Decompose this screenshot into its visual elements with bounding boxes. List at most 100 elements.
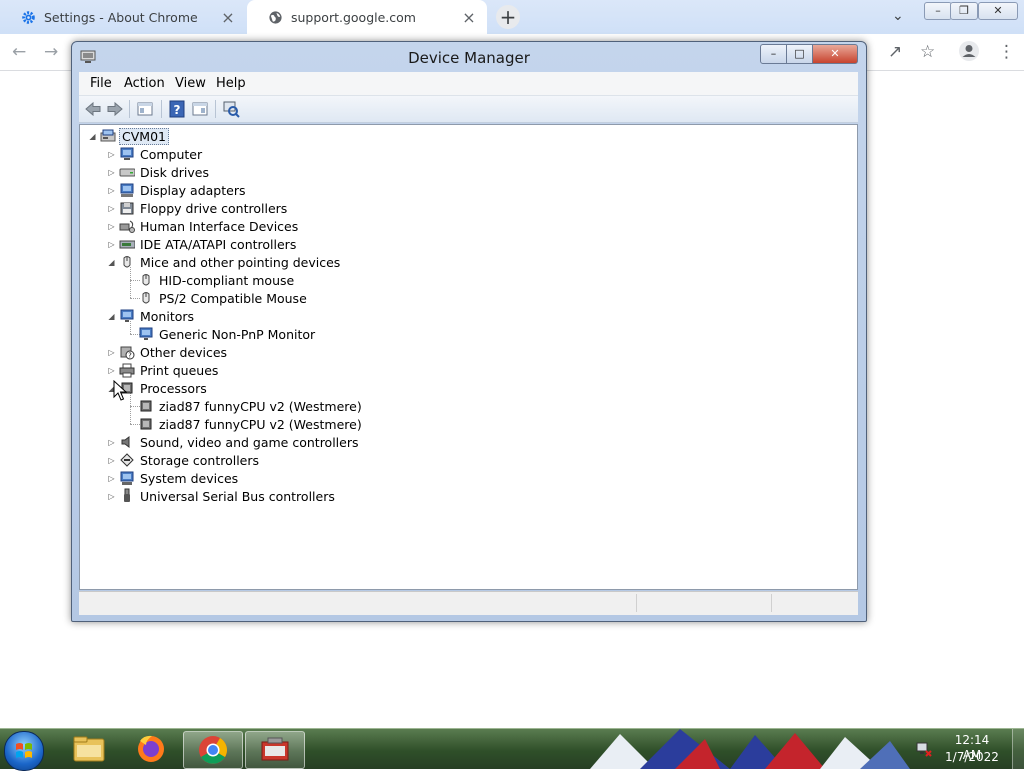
usb-icon <box>118 488 135 504</box>
tree-node-label[interactable]: ziad87 funnyCPU v2 (Westmere) <box>157 399 364 414</box>
tree-device-node[interactable]: Generic Non-PnP Monitor <box>126 325 317 343</box>
tree-device-node[interactable]: HID-compliant mouse <box>126 271 296 289</box>
tree-category-sound-video-and-game-controllers[interactable]: ▷ Sound, video and game controllers <box>107 433 361 451</box>
menu-dots-icon[interactable]: ⋮ <box>998 42 1015 62</box>
collapse-arrow-icon[interactable]: ◢ <box>107 258 116 267</box>
tree-node-label[interactable]: HID-compliant mouse <box>157 273 296 288</box>
tree-node-label[interactable]: PS/2 Compatible Mouse <box>157 291 309 306</box>
tree-node-label[interactable]: Print queues <box>138 363 220 378</box>
profile-avatar-icon[interactable] <box>958 40 980 67</box>
tree-root-node[interactable]: ◢ CVM01 <box>88 127 169 145</box>
taskbar-firefox[interactable] <box>122 731 180 767</box>
expand-arrow-icon[interactable]: ▷ <box>107 366 116 375</box>
tree-node-label[interactable]: Universal Serial Bus controllers <box>138 489 337 504</box>
tab-support-google[interactable]: support.google.com × <box>247 0 487 34</box>
close-tab-icon[interactable]: × <box>218 8 238 27</box>
tree-node-label[interactable]: Computer <box>138 147 204 162</box>
expand-arrow-icon[interactable]: ▷ <box>107 168 116 177</box>
wallpaper-art <box>580 729 910 769</box>
tree-category-universal-serial-bus-controllers[interactable]: ▷ Universal Serial Bus controllers <box>107 487 337 505</box>
back-arrow-icon[interactable] <box>84 100 102 118</box>
browser-tab-strip: Settings - About Chrome × support.google… <box>0 0 1024 34</box>
device-manager-titlebar[interactable]: Device Manager – □ ✕ <box>72 42 866 72</box>
scan-hardware-changes-icon[interactable] <box>222 100 240 118</box>
device-tree[interactable]: ◢ CVM01 ▷ Computer ▷ Disk drives ▷ Display adap… <box>79 124 858 590</box>
expand-arrow-icon[interactable]: ▷ <box>107 222 116 231</box>
collapse-arrow-icon[interactable]: ◢ <box>107 312 116 321</box>
tree-node-label[interactable]: Display adapters <box>138 183 247 198</box>
tree-node-label[interactable]: Monitors <box>138 309 196 324</box>
menu-file[interactable]: File <box>90 76 112 91</box>
menu-help[interactable]: Help <box>216 76 246 91</box>
tree-node-label[interactable]: Storage controllers <box>138 453 261 468</box>
tree-category-storage-controllers[interactable]: ▷ Storage controllers <box>107 451 261 469</box>
tree-node-label[interactable]: ziad87 funnyCPU v2 (Westmere) <box>157 417 364 432</box>
tree-node-label[interactable]: Other devices <box>138 345 229 360</box>
close-button[interactable]: ✕ <box>812 44 858 64</box>
clock-date[interactable]: 1/7/2022 <box>944 750 1000 765</box>
tree-node-label[interactable]: Processors <box>138 381 209 396</box>
properties-pane-icon[interactable] <box>191 100 209 118</box>
tree-node-label[interactable]: CVM01 <box>119 127 169 145</box>
new-tab-button[interactable]: + <box>496 5 520 29</box>
taskbar-file-explorer[interactable] <box>60 731 118 767</box>
forward-arrow-icon[interactable]: → <box>44 42 58 62</box>
tree-category-system-devices[interactable]: ▷ System devices <box>107 469 240 487</box>
tree-node-label[interactable]: Disk drives <box>138 165 211 180</box>
taskbar-chrome[interactable] <box>183 731 243 769</box>
expand-arrow-icon[interactable]: ▷ <box>107 186 116 195</box>
tree-category-floppy-drive-controllers[interactable]: ▷ Floppy drive controllers <box>107 199 289 217</box>
expand-arrow-icon[interactable]: ▷ <box>107 240 116 249</box>
browser-restore-button[interactable]: ❐ <box>950 2 978 20</box>
tree-node-label[interactable]: System devices <box>138 471 240 486</box>
expand-arrow-icon[interactable]: ▷ <box>107 204 116 213</box>
taskbar-device-manager[interactable] <box>245 731 305 769</box>
menu-bar: File Action View Help <box>79 72 858 96</box>
tree-category-other-devices[interactable]: ▷? Other devices <box>107 343 229 361</box>
taskbar: 12:14 AM 1/7/2022 <box>0 728 1024 771</box>
expand-arrow-icon[interactable]: ▷ <box>107 348 116 357</box>
expand-arrow-icon[interactable]: ▷ <box>107 456 116 465</box>
tree-device-node[interactable]: ziad87 funnyCPU v2 (Westmere) <box>126 397 364 415</box>
tree-node-label[interactable]: Sound, video and game controllers <box>138 435 361 450</box>
help-icon[interactable]: ? <box>168 100 186 118</box>
browser-minimize-button[interactable]: – <box>924 2 952 20</box>
menu-view[interactable]: View <box>175 76 206 91</box>
tree-category-human-interface-devices[interactable]: ▷ Human Interface Devices <box>107 217 300 235</box>
close-tab-icon[interactable]: × <box>459 8 479 27</box>
tree-category-print-queues[interactable]: ▷ Print queues <box>107 361 220 379</box>
show-desktop-button[interactable] <box>1012 729 1024 769</box>
tree-category-mice-and-other-pointing-devices[interactable]: ◢ Mice and other pointing devices <box>107 253 342 271</box>
tree-category-monitors[interactable]: ◢ Monitors <box>107 307 196 325</box>
expand-arrow-icon[interactable]: ▷ <box>107 492 116 501</box>
tree-device-node[interactable]: PS/2 Compatible Mouse <box>126 289 309 307</box>
expand-arrow-icon[interactable]: ▷ <box>107 150 116 159</box>
tree-category-display-adapters[interactable]: ▷ Display adapters <box>107 181 247 199</box>
tree-category-disk-drives[interactable]: ▷ Disk drives <box>107 163 211 181</box>
expand-arrow-icon[interactable]: ▷ <box>107 438 116 447</box>
tree-node-label[interactable]: Generic Non-PnP Monitor <box>157 327 317 342</box>
maximize-button[interactable]: □ <box>786 44 813 64</box>
tree-device-node[interactable]: ziad87 funnyCPU v2 (Westmere) <box>126 415 364 433</box>
tree-node-label[interactable]: Human Interface Devices <box>138 219 300 234</box>
status-bar <box>79 591 858 615</box>
tab-settings-about-chrome[interactable]: Settings - About Chrome × <box>0 0 246 34</box>
tree-category-ide-ata-atapi-controllers[interactable]: ▷ IDE ATA/ATAPI controllers <box>107 235 298 253</box>
chevron-down-icon[interactable]: ⌄ <box>892 8 904 24</box>
tree-node-label[interactable]: IDE ATA/ATAPI controllers <box>138 237 298 252</box>
tree-node-label[interactable]: Mice and other pointing devices <box>138 255 342 270</box>
star-bookmark-icon[interactable]: ☆ <box>920 42 935 62</box>
network-status-icon[interactable] <box>916 741 932 761</box>
expand-arrow-icon[interactable]: ▷ <box>107 474 116 483</box>
show-hide-console-tree-icon[interactable] <box>136 100 154 118</box>
tree-category-computer[interactable]: ▷ Computer <box>107 145 204 163</box>
minimize-button[interactable]: – <box>760 44 787 64</box>
forward-arrow-icon[interactable] <box>106 100 124 118</box>
collapse-arrow-icon[interactable]: ◢ <box>88 132 97 141</box>
browser-close-button[interactable]: ✕ <box>978 2 1018 20</box>
back-arrow-icon[interactable]: ← <box>12 42 26 62</box>
tree-node-label[interactable]: Floppy drive controllers <box>138 201 289 216</box>
menu-action[interactable]: Action <box>124 76 165 91</box>
start-button[interactable] <box>4 731 44 771</box>
share-icon[interactable]: ↗ <box>888 42 902 62</box>
